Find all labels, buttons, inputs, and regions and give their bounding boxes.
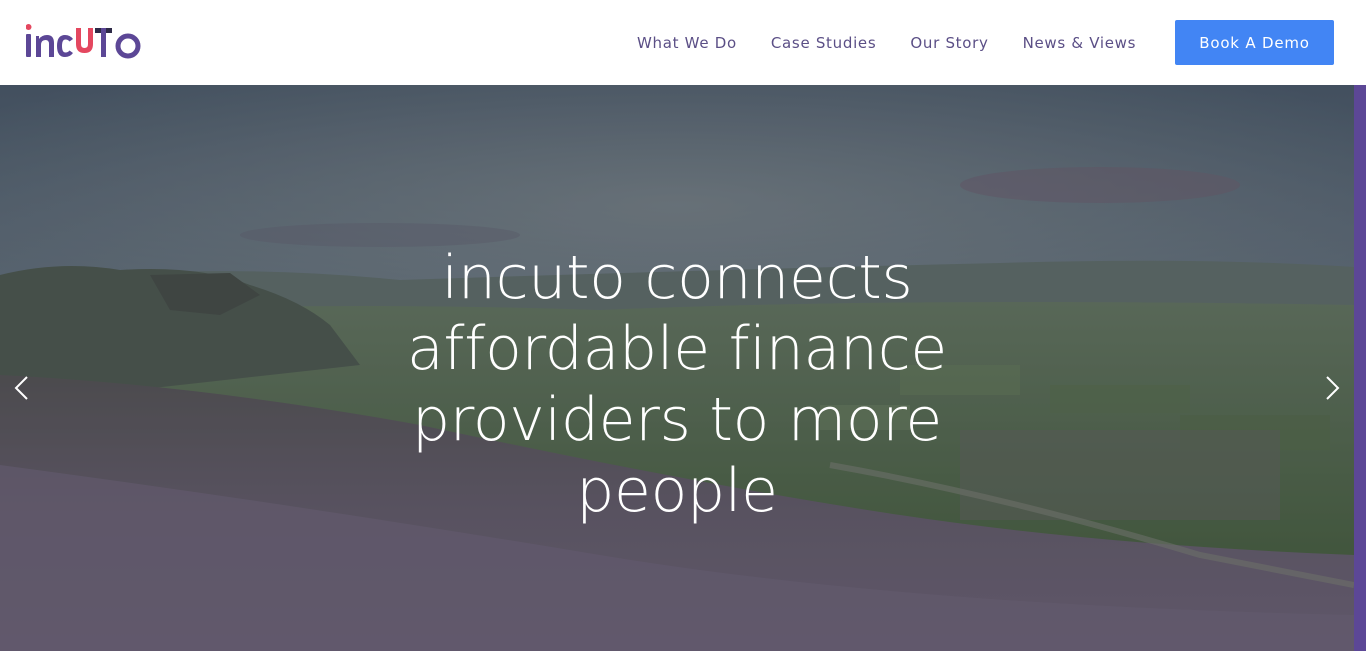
nav-case-studies[interactable]: Case Studies: [754, 34, 894, 52]
hero-carousel: incuto connects affordable finance provi…: [0, 85, 1354, 651]
nav-our-story[interactable]: Our Story: [893, 34, 1005, 52]
chevron-left-icon: [14, 376, 28, 400]
scrollbar-track-top: [1354, 0, 1366, 85]
nav-what-we-do[interactable]: What We Do: [620, 34, 754, 52]
main-nav: What We Do Case Studies Our Story News &…: [620, 0, 1153, 85]
site-header: What We Do Case Studies Our Story News &…: [0, 0, 1354, 85]
chevron-right-icon: [1326, 376, 1340, 400]
carousel-prev-button[interactable]: [10, 373, 34, 403]
incuto-logo[interactable]: [26, 22, 146, 62]
page-scrollbar[interactable]: [1354, 0, 1366, 651]
page: What We Do Case Studies Our Story News &…: [0, 0, 1366, 651]
nav-news-views[interactable]: News & Views: [1006, 34, 1154, 52]
carousel-next-button[interactable]: [1320, 373, 1344, 403]
hero-headline: incuto connects affordable finance provi…: [406, 243, 948, 526]
book-demo-button[interactable]: Book A Demo: [1175, 20, 1334, 65]
